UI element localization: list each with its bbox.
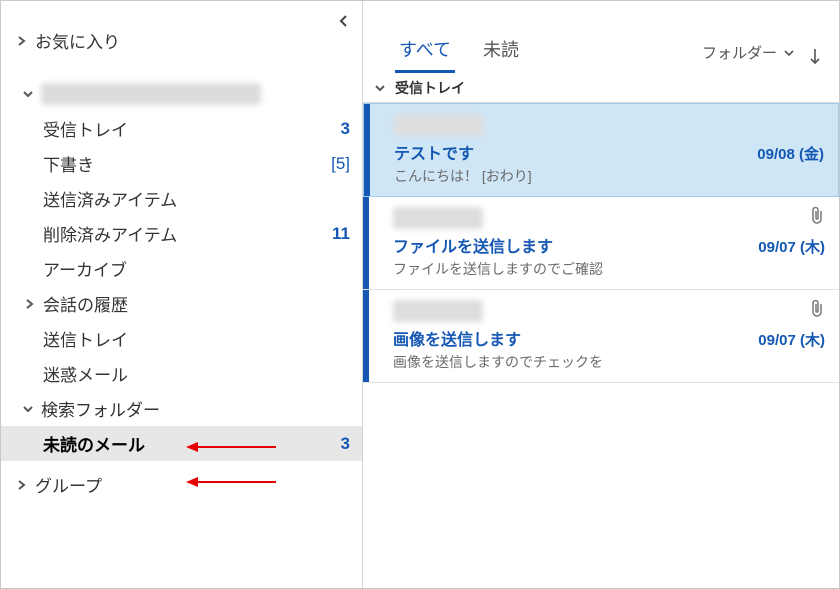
- favorites-label: お気に入り: [35, 28, 120, 53]
- message-list: テストです 09/08 (金) こんにちは！ [おわり] ファイルを送信します …: [363, 103, 839, 383]
- chevron-down-icon: [21, 402, 35, 416]
- folder-label: 会話の履歴: [43, 291, 128, 316]
- chevron-down-icon: [373, 81, 387, 95]
- folder-junk[interactable]: 迷惑メール: [1, 356, 362, 391]
- account-header[interactable]: [1, 76, 362, 111]
- folder-outbox[interactable]: 送信トレイ: [1, 321, 362, 356]
- folder-sidebar: お気に入り 受信トレイ 3 下書き [5] 送信済みアイテム 削除済みアイテム …: [1, 1, 363, 588]
- folder-drafts[interactable]: 下書き [5]: [1, 146, 362, 181]
- search-folder-unread[interactable]: 未読のメール 3: [1, 426, 362, 461]
- chevron-right-icon: [15, 478, 29, 492]
- tab-unread[interactable]: 未読: [479, 26, 523, 73]
- folder-label: 送信トレイ: [43, 326, 128, 351]
- folder-inbox[interactable]: 受信トレイ 3: [1, 111, 362, 146]
- sort-label-text: フォルダー: [702, 42, 777, 63]
- folder-count: 3: [316, 119, 350, 139]
- annotation-arrow-icon: [186, 476, 276, 488]
- folder-label: 未読のメール: [43, 431, 145, 456]
- groups-label: グループ: [35, 472, 102, 497]
- message-filter-tabs: すべて 未読 フォルダー: [363, 1, 839, 73]
- annotation-arrow-icon: [186, 441, 276, 453]
- folder-label: 受信トレイ: [43, 116, 128, 141]
- message-subject: ファイルを送信します: [393, 233, 553, 257]
- sort-direction-button[interactable]: [809, 49, 821, 61]
- chevron-down-icon: [21, 87, 35, 101]
- folder-deleted[interactable]: 削除済みアイテム 11: [1, 216, 362, 251]
- message-date: 09/07 (木): [758, 329, 825, 350]
- folder-conversation-history[interactable]: 会話の履歴: [1, 286, 362, 321]
- message-item[interactable]: 画像を送信します 09/07 (木) 画像を送信しますのでチェックを: [363, 290, 839, 383]
- chevron-down-icon: [783, 47, 795, 59]
- message-sender-redacted: [394, 114, 484, 136]
- folder-archive[interactable]: アーカイブ: [1, 251, 362, 286]
- message-preview: こんにちは！ [おわり]: [394, 166, 824, 186]
- message-sender-redacted: [393, 207, 483, 229]
- search-folders-header[interactable]: 検索フォルダー: [1, 391, 362, 426]
- folder-label: アーカイブ: [43, 256, 127, 281]
- app-root: お気に入り 受信トレイ 3 下書き [5] 送信済みアイテム 削除済みアイテム …: [0, 0, 840, 589]
- folder-label: 迷惑メール: [43, 361, 128, 386]
- tab-all[interactable]: すべて: [395, 26, 455, 73]
- chevron-right-icon: [23, 297, 37, 311]
- message-preview: 画像を送信しますのでチェックを: [393, 352, 825, 372]
- chevron-right-icon: [15, 34, 29, 48]
- attachment-icon: [811, 207, 825, 230]
- account-name-redacted: [41, 83, 261, 105]
- favorites-header[interactable]: お気に入り: [1, 23, 362, 58]
- message-item[interactable]: テストです 09/08 (金) こんにちは！ [おわり]: [363, 103, 839, 197]
- message-preview: ファイルを送信しますのでご確認: [393, 259, 825, 279]
- message-sender-redacted: [393, 300, 483, 322]
- message-item[interactable]: ファイルを送信します 09/07 (木) ファイルを送信しますのでご確認: [363, 197, 839, 290]
- folder-sent[interactable]: 送信済みアイテム: [1, 181, 362, 216]
- message-subject: 画像を送信します: [393, 326, 521, 350]
- search-folders-label: 検索フォルダー: [41, 396, 160, 421]
- section-header-inbox[interactable]: 受信トレイ: [363, 73, 839, 103]
- message-date: 09/08 (金): [757, 143, 824, 164]
- groups-header[interactable]: グループ: [1, 467, 362, 502]
- attachment-icon: [811, 300, 825, 323]
- folder-label: 送信済みアイテム: [43, 186, 177, 211]
- message-date: 09/07 (木): [758, 236, 825, 257]
- folder-label: 下書き: [43, 151, 94, 176]
- folder-label: 削除済みアイテム: [43, 221, 177, 246]
- message-subject: テストです: [394, 140, 474, 164]
- folder-count: 11: [316, 224, 350, 244]
- folder-count: 3: [316, 434, 350, 454]
- section-header-label: 受信トレイ: [395, 78, 465, 98]
- folder-count: [5]: [316, 154, 350, 174]
- message-list-pane: すべて 未読 フォルダー 受信トレイ: [363, 1, 839, 588]
- sort-dropdown[interactable]: フォルダー: [702, 42, 809, 73]
